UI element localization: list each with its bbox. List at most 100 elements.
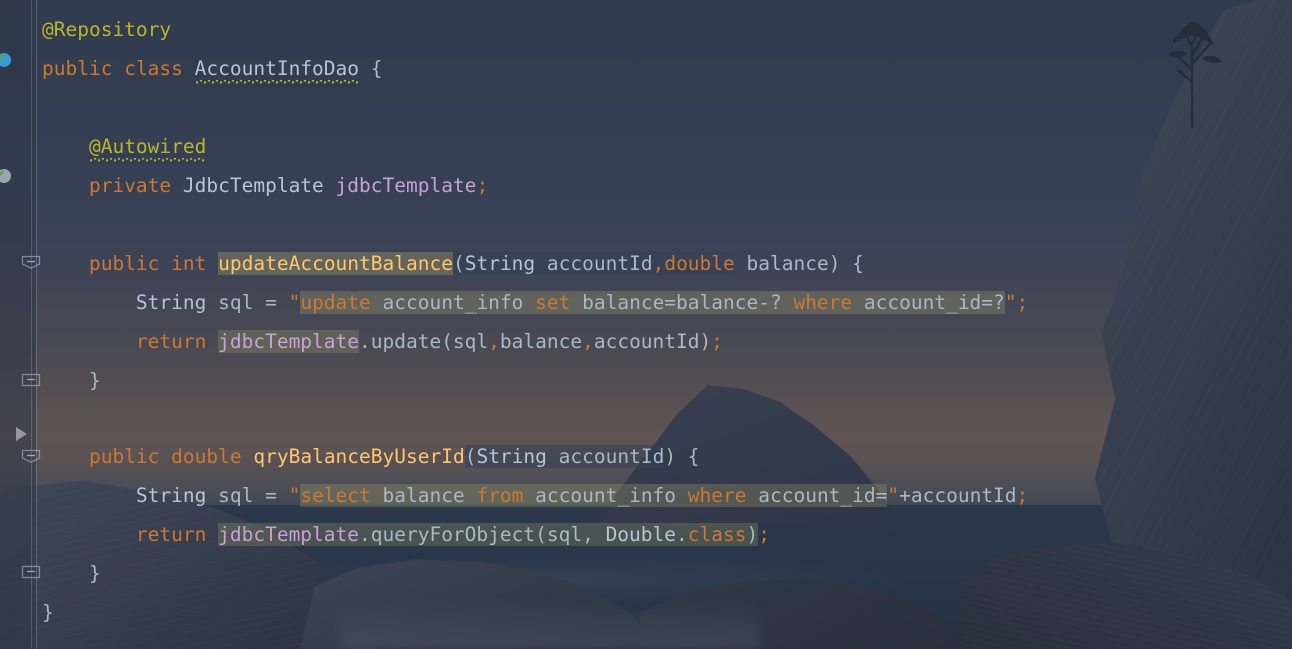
- code-token: sql: [206, 484, 266, 507]
- code-token: {: [359, 57, 383, 80]
- code-line[interactable]: public class AccountInfoDao {: [42, 49, 383, 88]
- code-token: from: [476, 484, 524, 507]
- code-token: ;: [1016, 484, 1029, 507]
- code-line[interactable]: }: [42, 593, 54, 632]
- code-line[interactable]: public double qryBalanceByUserId(String …: [42, 437, 700, 476]
- code-token: jdbcTemplate: [218, 330, 360, 353]
- code-line[interactable]: @Autowired: [42, 127, 207, 166]
- code-token: updateAccountBalance: [218, 252, 453, 275]
- code-token: where: [687, 484, 747, 507]
- code-token: }: [42, 601, 54, 624]
- code-token: =: [265, 484, 277, 507]
- code-line[interactable]: private JdbcTemplate jdbcTemplate;: [42, 166, 488, 205]
- code-token: AccountInfoDao: [194, 57, 360, 86]
- code-line[interactable]: String sql = "update account_info set ba…: [42, 283, 1028, 322]
- code-token: jdbcTemplate: [335, 174, 477, 197]
- code-token: balance=balance-?: [570, 291, 794, 314]
- code-token: ) {: [828, 252, 864, 275]
- code-token: return: [135, 330, 207, 353]
- code-token: update: [300, 291, 371, 314]
- code-token: }: [42, 369, 101, 392]
- code-token: private: [88, 174, 172, 197]
- code-token: (: [452, 252, 465, 275]
- code-token: balance: [499, 330, 583, 353]
- code-token: accountId: [546, 445, 665, 468]
- code-token: String: [135, 484, 207, 507]
- code-token: ": [1004, 291, 1017, 314]
- code-token: account_id=: [746, 484, 888, 507]
- code-token: @Autowired: [88, 135, 207, 164]
- code-token: ": [887, 484, 900, 507]
- code-token: ;: [711, 330, 723, 353]
- code-token: accountId: [535, 252, 653, 275]
- code-token: @Repository: [42, 18, 172, 41]
- code-token: public: [42, 57, 113, 80]
- code-token: String: [135, 291, 207, 314]
- code-token: account_info: [370, 291, 536, 314]
- code-token: select: [300, 484, 371, 507]
- code-token: double: [664, 252, 735, 275]
- code-token: JdbcTemplate: [182, 174, 324, 197]
- code-token: jdbcTemplate: [218, 523, 360, 546]
- code-token: ;: [1016, 291, 1029, 314]
- code-token: class: [687, 523, 747, 546]
- code-line[interactable]: String sql = "select balance from accoun…: [42, 476, 1028, 515]
- code-token: ): [746, 523, 759, 546]
- code-line[interactable]: }: [42, 554, 101, 593]
- code-token: set: [535, 291, 571, 314]
- code-text-area[interactable]: @Repository public class AccountInfoDao {…: [0, 0, 1292, 649]
- code-line[interactable]: return jdbcTemplate.update(sql,balance,a…: [42, 322, 723, 361]
- editor-window: @Repository public class AccountInfoDao {…: [0, 0, 1292, 649]
- code-token: .queryForObject(sql,: [359, 523, 606, 546]
- code-line[interactable]: return jdbcTemplate.queryForObject(sql, …: [42, 515, 770, 554]
- code-token: +accountId: [899, 484, 1017, 507]
- code-token: String: [464, 252, 536, 275]
- code-token: int: [171, 252, 207, 275]
- code-token: ,: [582, 330, 594, 353]
- code-token: where: [793, 291, 853, 314]
- code-token: ;: [758, 523, 770, 546]
- code-token: public: [88, 445, 160, 468]
- code-line[interactable]: }: [42, 361, 101, 400]
- code-token: balance: [370, 484, 477, 507]
- code-token: account_id=?: [852, 291, 1005, 314]
- code-token: double: [171, 445, 242, 468]
- code-token: ,: [488, 330, 500, 353]
- code-token: ,: [652, 252, 665, 275]
- code-token: account_info: [523, 484, 688, 507]
- code-token: ": [288, 291, 301, 314]
- code-line[interactable]: @Repository: [42, 10, 171, 49]
- code-line[interactable]: public int updateAccountBalance(String a…: [42, 244, 864, 283]
- code-token: (: [464, 445, 477, 468]
- code-token: .: [676, 523, 688, 546]
- code-token: ": [288, 484, 301, 507]
- code-token: return: [135, 523, 207, 546]
- code-token: Double: [605, 523, 677, 546]
- code-token: }: [42, 562, 101, 585]
- code-token: accountId): [593, 330, 712, 353]
- code-token: ) {: [664, 445, 700, 468]
- code-token: =: [265, 291, 277, 314]
- code-token: String: [476, 445, 547, 468]
- code-token: sql: [206, 291, 266, 314]
- code-token: .update(sql: [359, 330, 489, 353]
